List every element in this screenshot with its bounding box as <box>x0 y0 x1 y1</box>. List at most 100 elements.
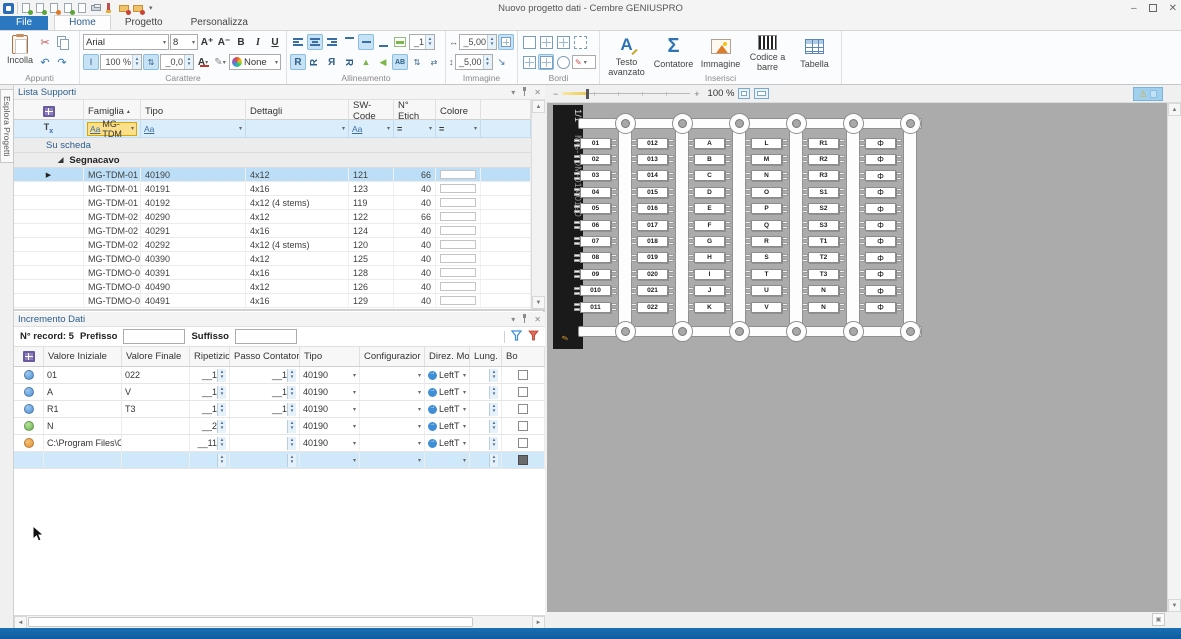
chevron-down-icon[interactable]: ▾ <box>463 372 466 379</box>
marker-label[interactable]: 012 <box>637 138 668 149</box>
lista-row[interactable]: MG-TDM-02402924x12 (4 stems)12040 <box>14 238 531 252</box>
char-spacing-spinner[interactable]: _0,0▲▼ <box>160 54 194 70</box>
cell-lunghezza[interactable]: ▲▼ <box>470 384 502 400</box>
spin-down-icon[interactable]: ▼ <box>492 460 496 465</box>
cell-bo[interactable] <box>502 384 545 400</box>
cell-valore-iniziale[interactable]: C:\Program Files\C <box>44 435 122 451</box>
configurazione-combo[interactable]: ▾ <box>363 403 421 416</box>
spin-buttons-icon[interactable]: ▲▼ <box>217 454 226 467</box>
header-n-etich[interactable]: N° Etich <box>394 100 436 122</box>
lunghezza-spinner[interactable]: ▲▼ <box>473 369 498 382</box>
undo-button[interactable]: ↶ <box>37 54 53 70</box>
checkbox[interactable] <box>518 387 528 397</box>
marker-label[interactable]: R2 <box>808 154 839 165</box>
configurazione-combo[interactable]: ▾ <box>363 386 421 399</box>
group-row-su-scheda[interactable]: Su scheda <box>14 138 531 153</box>
outline-color-button[interactable]: ✎▾ <box>212 54 228 70</box>
marker-label[interactable]: 021 <box>637 285 668 296</box>
spin-buttons-icon[interactable]: ▲▼ <box>217 386 226 399</box>
color-swatch[interactable] <box>440 170 476 179</box>
lunghezza-spinner[interactable]: ▲▼ <box>473 454 498 467</box>
cell-famiglia[interactable]: MG-TDMO-0 <box>84 266 141 279</box>
incremento-row[interactable]: C:\Program Files\C__11▲▼▲▼40190▾▾LeftT▾▲… <box>14 435 545 452</box>
folder-badge-icon[interactable] <box>133 3 144 14</box>
spin-buttons-icon[interactable]: ▲▼ <box>217 437 226 450</box>
marker-label[interactable]: N <box>808 302 839 313</box>
cell-n-etich[interactable]: 40 <box>394 182 436 195</box>
chevron-down-icon[interactable]: ▾ <box>353 457 356 464</box>
spin-down-icon[interactable]: ▼ <box>220 375 224 380</box>
cell-lunghezza[interactable]: ▲▼ <box>470 452 502 468</box>
ripetizio-spinner[interactable]: __1▲▼ <box>193 369 226 382</box>
cell-tipo[interactable]: 40291 <box>141 224 246 237</box>
chevron-down-icon[interactable]: ▾ <box>353 423 356 430</box>
cut-button[interactable]: ✂ <box>37 34 53 50</box>
cell-colore[interactable] <box>436 196 481 209</box>
spin-down-icon[interactable]: ▼ <box>290 409 294 414</box>
marker-label[interactable]: Φ <box>865 285 896 296</box>
spin-buttons-icon[interactable]: ▲▼ <box>489 369 498 382</box>
spin-down-icon[interactable]: ▼ <box>492 375 496 380</box>
border-inner-button[interactable] <box>555 34 571 50</box>
cell-ripetizio[interactable]: __2▲▼ <box>190 418 230 434</box>
minimize-button[interactable]: – <box>1131 3 1137 14</box>
open-icon[interactable] <box>35 3 46 14</box>
marker-label[interactable]: 019 <box>637 252 668 263</box>
resize-button[interactable]: ↘ <box>494 54 510 70</box>
cell-sw-code[interactable]: 121 <box>349 168 394 181</box>
spin-buttons-icon[interactable]: ▲▼ <box>489 403 498 416</box>
cell-passo[interactable]: ▲▼ <box>230 418 300 434</box>
cell-bo[interactable] <box>502 452 545 468</box>
cell-bo[interactable] <box>502 401 545 417</box>
spin-buttons-icon[interactable]: ▲▼ <box>287 369 296 382</box>
marker-label[interactable]: Φ <box>865 138 896 149</box>
passo-spinner[interactable]: ▲▼ <box>233 454 296 467</box>
marker-label[interactable]: S <box>751 252 782 263</box>
align-left-button[interactable] <box>290 34 306 50</box>
cell-bo[interactable] <box>502 435 545 451</box>
save-icon[interactable] <box>63 3 74 14</box>
flip-vertical-button[interactable]: ▲ <box>358 54 374 70</box>
cell-bo[interactable] <box>502 367 545 383</box>
cell-direzione[interactable]: LeftT▾ <box>425 435 470 451</box>
marker-label[interactable]: 015 <box>637 187 668 198</box>
header-indicator[interactable] <box>14 100 84 122</box>
cell-valore-finale[interactable] <box>122 452 190 468</box>
filter-sw-code[interactable]: Aa▾ <box>349 120 394 137</box>
font-color-button[interactable]: A▾ <box>195 54 211 70</box>
header-lung-mc[interactable]: Lung. Mc <box>470 347 502 366</box>
cell-famiglia[interactable]: MG-TDM-02 <box>84 224 141 237</box>
incremento-row[interactable]: N__2▲▼▲▼40190▾▾LeftT▾▲▼ <box>14 418 545 435</box>
marker-label[interactable]: F <box>694 220 725 231</box>
border-outer-button[interactable] <box>521 34 537 50</box>
lunghezza-spinner[interactable]: ▲▼ <box>473 437 498 450</box>
cell-valore-iniziale[interactable]: R1 <box>44 401 122 417</box>
preview-vertical-scrollbar[interactable]: ▲ ▼ <box>1167 103 1181 612</box>
cell-tipo[interactable]: 40391 <box>141 266 246 279</box>
passo-spinner[interactable]: __1▲▼ <box>233 386 296 399</box>
spin-buttons-icon[interactable]: ▲▼ <box>489 454 498 467</box>
header-configurazior[interactable]: Configurazior <box>360 347 425 366</box>
incremento-row[interactable]: AV__1▲▼__1▲▼40190▾▾LeftT▾▲▼ <box>14 384 545 401</box>
chevron-down-icon[interactable]: ▾ <box>353 440 356 447</box>
cell-lunghezza[interactable]: ▲▼ <box>470 367 502 383</box>
align-right-button[interactable] <box>324 34 340 50</box>
tipo-combo[interactable]: 40190▾ <box>303 420 356 433</box>
marker-label[interactable]: 016 <box>637 203 668 214</box>
cell-dettagli[interactable]: 4x16 <box>246 266 349 279</box>
header-sw-code[interactable]: SW-Code <box>349 100 394 122</box>
cell-tipo[interactable]: 40190▾ <box>300 435 360 451</box>
marker-label[interactable]: 09 <box>580 269 611 280</box>
chevron-down-icon[interactable]: ▾ <box>463 440 466 447</box>
line-count-spinner[interactable]: _1▲▼ <box>409 34 435 50</box>
redo-button[interactable]: ↷ <box>54 54 70 70</box>
table-button[interactable]: Tabella <box>791 33 838 72</box>
cell-tipo[interactable]: 40190 <box>141 168 246 181</box>
advanced-text-button[interactable]: A Testo avanzato <box>603 33 650 72</box>
image-height-spinner[interactable]: _5,00▲▼ <box>455 54 493 70</box>
warning-box[interactable]: ⚠ <box>1133 87 1163 101</box>
counter-button[interactable]: Σ Contatore <box>650 33 697 72</box>
cell-sw-code[interactable]: 120 <box>349 238 394 251</box>
passo-spinner[interactable]: ▲▼ <box>233 437 296 450</box>
cell-configurazione[interactable]: ▾ <box>360 401 425 417</box>
